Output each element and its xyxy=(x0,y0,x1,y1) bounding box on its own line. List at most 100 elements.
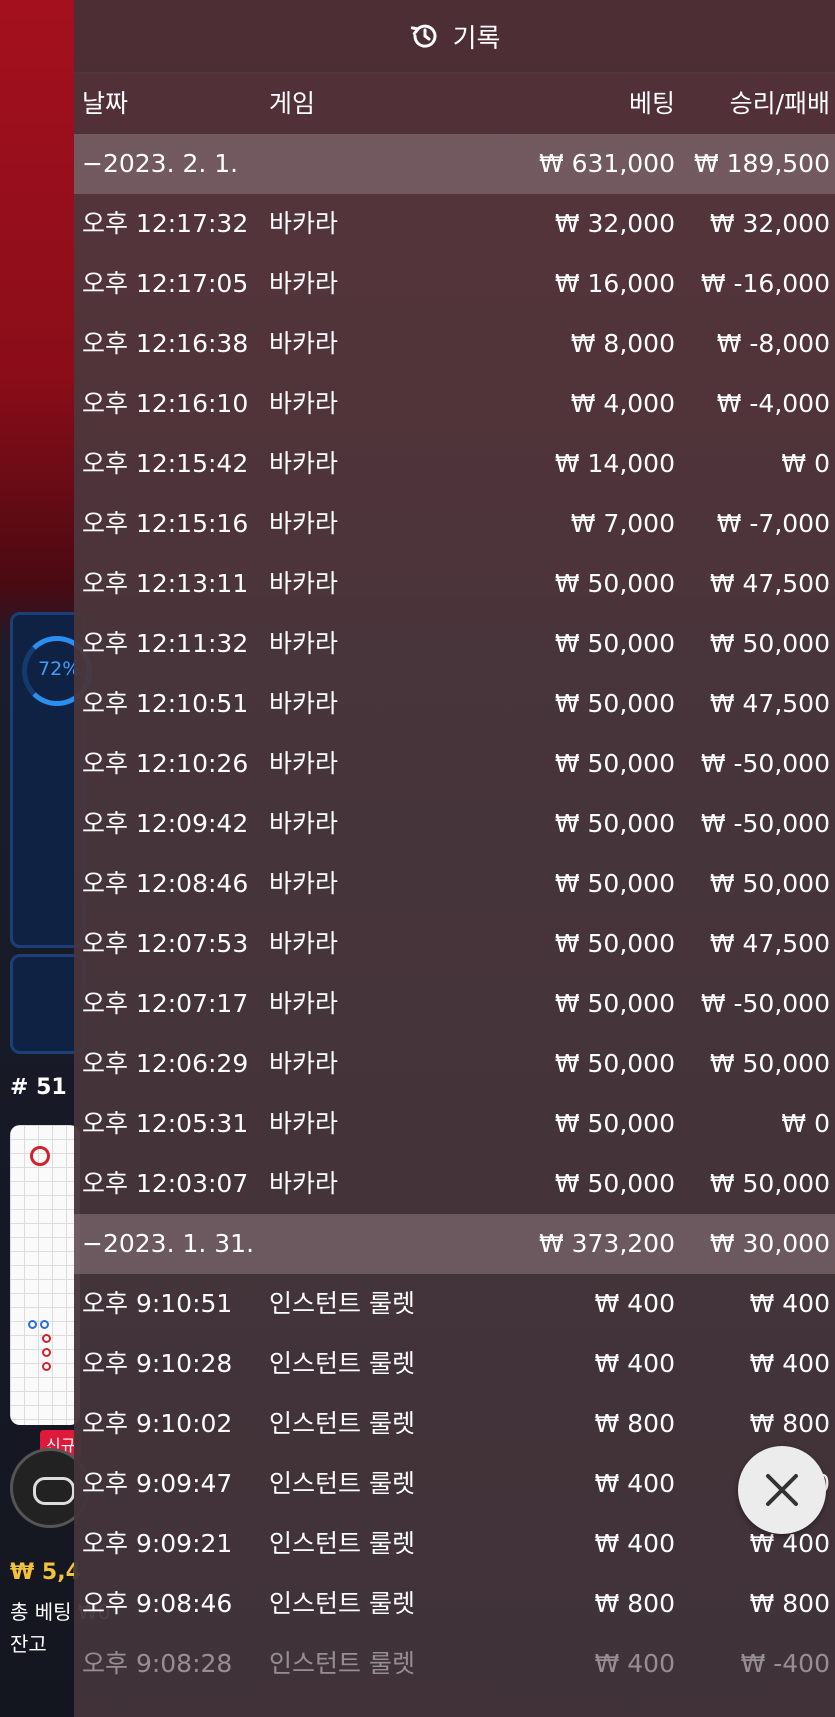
history-row[interactable]: 오후 12:06:29 바카라 ₩ 50,000 ₩ 50,000 xyxy=(74,1034,835,1094)
row-bet: ₩ 50,000 xyxy=(554,569,675,598)
row-game: 인스턴트 룰렛 xyxy=(269,1469,415,1498)
history-row[interactable]: 오후 9:10:28 인스턴트 룰렛 ₩ 400 ₩ 400 xyxy=(74,1334,835,1394)
row-game: 바카라 xyxy=(269,209,339,238)
row-game: 바카라 xyxy=(269,1049,339,1078)
row-bet: ₩ 50,000 xyxy=(554,689,675,718)
row-winloss: ₩ 50,000 xyxy=(709,869,830,898)
column-game: 게임 xyxy=(269,89,316,118)
row-bet: ₩ 16,000 xyxy=(554,269,675,298)
row-bet: ₩ 50,000 xyxy=(554,1109,675,1138)
road-marker xyxy=(42,1334,51,1343)
group-total-winloss: ₩ 189,500 xyxy=(693,149,830,178)
row-game: 바카라 xyxy=(269,809,339,838)
row-game: 바카라 xyxy=(269,449,339,478)
row-game: 바카라 xyxy=(269,269,339,298)
row-winloss: ₩ 50,000 xyxy=(709,629,830,658)
history-row[interactable]: 오후 12:15:16 바카라 ₩ 7,000 ₩ -7,000 xyxy=(74,494,835,554)
history-row[interactable]: 오후 12:15:42 바카라 ₩ 14,000 ₩ 0 xyxy=(74,434,835,494)
date-group-row[interactable]: −2023. 2. 1. ₩ 631,000 ₩ 189,500 xyxy=(74,134,835,194)
road-marker xyxy=(42,1362,51,1371)
column-date: 날짜 xyxy=(82,89,129,118)
row-game: 바카라 xyxy=(269,749,339,778)
row-game: 인스턴트 룰렛 xyxy=(269,1349,415,1378)
row-winloss: ₩ 0 xyxy=(781,1109,830,1138)
row-game: 바카라 xyxy=(269,689,339,718)
history-row[interactable]: 오후 9:10:02 인스턴트 룰렛 ₩ 800 ₩ 800 xyxy=(74,1394,835,1454)
row-bet: ₩ 800 xyxy=(594,1589,675,1618)
row-time: 오후 12:06:29 xyxy=(82,1049,249,1078)
row-winloss: ₩ 47,500 xyxy=(709,689,830,718)
history-row[interactable]: 오후 12:11:32 바카라 ₩ 50,000 ₩ 50,000 xyxy=(74,614,835,674)
road-marker xyxy=(28,1320,37,1329)
history-row[interactable]: 오후 9:08:46 인스턴트 룰렛 ₩ 800 ₩ 800 xyxy=(74,1574,835,1634)
row-winloss: ₩ 800 xyxy=(749,1409,830,1438)
history-row[interactable]: 오후 12:13:11 바카라 ₩ 50,000 ₩ 47,500 xyxy=(74,554,835,614)
date-group-row[interactable]: −2023. 1. 31. ₩ 373,200 ₩ 30,000 xyxy=(74,1214,835,1274)
row-winloss: ₩ 400 xyxy=(749,1349,830,1378)
row-time: 오후 9:10:28 xyxy=(82,1349,233,1378)
history-row[interactable]: 오후 12:16:10 바카라 ₩ 4,000 ₩ -4,000 xyxy=(74,374,835,434)
history-row[interactable]: 오후 12:10:26 바카라 ₩ 50,000 ₩ -50,000 xyxy=(74,734,835,794)
row-time: 오후 9:08:28 xyxy=(82,1649,233,1678)
history-row[interactable]: 오후 12:17:32 바카라 ₩ 32,000 ₩ 32,000 xyxy=(74,194,835,254)
row-game: 바카라 xyxy=(269,509,339,538)
bead-road xyxy=(10,1125,80,1425)
history-row[interactable]: 오후 9:08:28 인스턴트 룰렛 ₩ 400 ₩ -400 xyxy=(74,1634,835,1694)
row-winloss: ₩ -50,000 xyxy=(700,809,830,838)
row-time: 오후 12:15:42 xyxy=(82,449,249,478)
row-game: 바카라 xyxy=(269,569,339,598)
row-bet: ₩ 400 xyxy=(594,1469,675,1498)
row-time: 오후 9:10:02 xyxy=(82,1409,233,1438)
history-row[interactable]: 오후 9:09:47인스턴트 룰렛₩ 400₩ -400 xyxy=(74,1454,835,1514)
row-winloss: ₩ -16,000 xyxy=(700,269,830,298)
row-time: 오후 12:07:53 xyxy=(82,929,249,958)
group-date: −2023. 1. 31. xyxy=(82,1229,255,1258)
row-game: 인스턴트 룰렛 xyxy=(269,1289,415,1318)
row-bet: ₩ 50,000 xyxy=(554,1049,675,1078)
history-row[interactable]: 오후 12:09:42 바카라 ₩ 50,000 ₩ -50,000 xyxy=(74,794,835,854)
column-header: 날짜 게임 베팅 승리/패배 xyxy=(74,74,835,134)
row-time: 오후 12:10:26 xyxy=(82,749,249,778)
row-winloss: ₩ 50,000 xyxy=(709,1169,830,1198)
row-time: 오후 9:08:46 xyxy=(82,1589,233,1618)
row-game: 바카라 xyxy=(269,869,339,898)
row-time: 오후 12:11:32 xyxy=(82,629,249,658)
history-row[interactable]: 오후 12:08:46 바카라 ₩ 50,000 ₩ 50,000 xyxy=(74,854,835,914)
row-time: 오후 12:17:32 xyxy=(82,209,249,238)
row-time: 오후 9:09:21 xyxy=(82,1529,233,1558)
row-winloss: ₩ 0 xyxy=(781,449,830,478)
history-row[interactable]: 오후 12:07:53 바카라 ₩ 50,000 ₩ 47,500 xyxy=(74,914,835,974)
column-bet: 베팅 xyxy=(628,89,675,118)
history-row[interactable]: 오후 9:10:51 인스턴트 룰렛 ₩ 400 ₩ 400 xyxy=(74,1274,835,1334)
row-bet: ₩ 14,000 xyxy=(554,449,675,478)
row-game: 바카라 xyxy=(269,629,339,658)
close-button[interactable] xyxy=(738,1446,826,1534)
balance-amount: ₩ 5,4 xyxy=(10,1560,81,1585)
history-row[interactable]: 오후 12:17:05 바카라 ₩ 16,000 ₩ -16,000 xyxy=(74,254,835,314)
group-total-bet: ₩ 373,200 xyxy=(538,1229,675,1258)
history-row[interactable]: 오후 12:07:17 바카라 ₩ 50,000 ₩ -50,000 xyxy=(74,974,835,1034)
row-time: 오후 12:05:31 xyxy=(82,1109,249,1138)
row-bet: ₩ 50,000 xyxy=(554,929,675,958)
row-time: 오후 12:03:07 xyxy=(82,1169,249,1198)
row-bet: ₩ 7,000 xyxy=(570,509,675,538)
row-time: 오후 12:10:51 xyxy=(82,689,249,718)
row-winloss: ₩ 50,000 xyxy=(709,1049,830,1078)
row-game: 인스턴트 룰렛 xyxy=(269,1589,415,1618)
row-game: 인스턴트 룰렛 xyxy=(269,1409,415,1438)
row-bet: ₩ 50,000 xyxy=(554,869,675,898)
history-row[interactable]: 오후 12:05:31 바카라 ₩ 50,000 ₩ 0 xyxy=(74,1094,835,1154)
row-time: 오후 9:10:51 xyxy=(82,1289,233,1318)
history-row[interactable]: 오후 12:16:38 바카라 ₩ 8,000 ₩ -8,000 xyxy=(74,314,835,374)
row-game: 인스턴트 룰렛 xyxy=(269,1529,415,1558)
row-winloss: ₩ -50,000 xyxy=(700,989,830,1018)
row-time: 오후 12:08:46 xyxy=(82,869,249,898)
history-row[interactable]: 오후 12:10:51 바카라 ₩ 50,000 ₩ 47,500 xyxy=(74,674,835,734)
row-winloss: ₩ -4,000 xyxy=(716,389,830,418)
row-bet: ₩ 400 xyxy=(594,1529,675,1558)
group-total-winloss: ₩ 30,000 xyxy=(709,1229,830,1258)
history-row[interactable]: 오후 9:09:21 인스턴트 룰렛 ₩ 400 ₩ 400 xyxy=(74,1514,835,1574)
row-time: 오후 12:09:42 xyxy=(82,809,249,838)
row-game: 바카라 xyxy=(269,1169,339,1198)
history-row[interactable]: 오후 12:03:07 바카라 ₩ 50,000 ₩ 50,000 xyxy=(74,1154,835,1214)
